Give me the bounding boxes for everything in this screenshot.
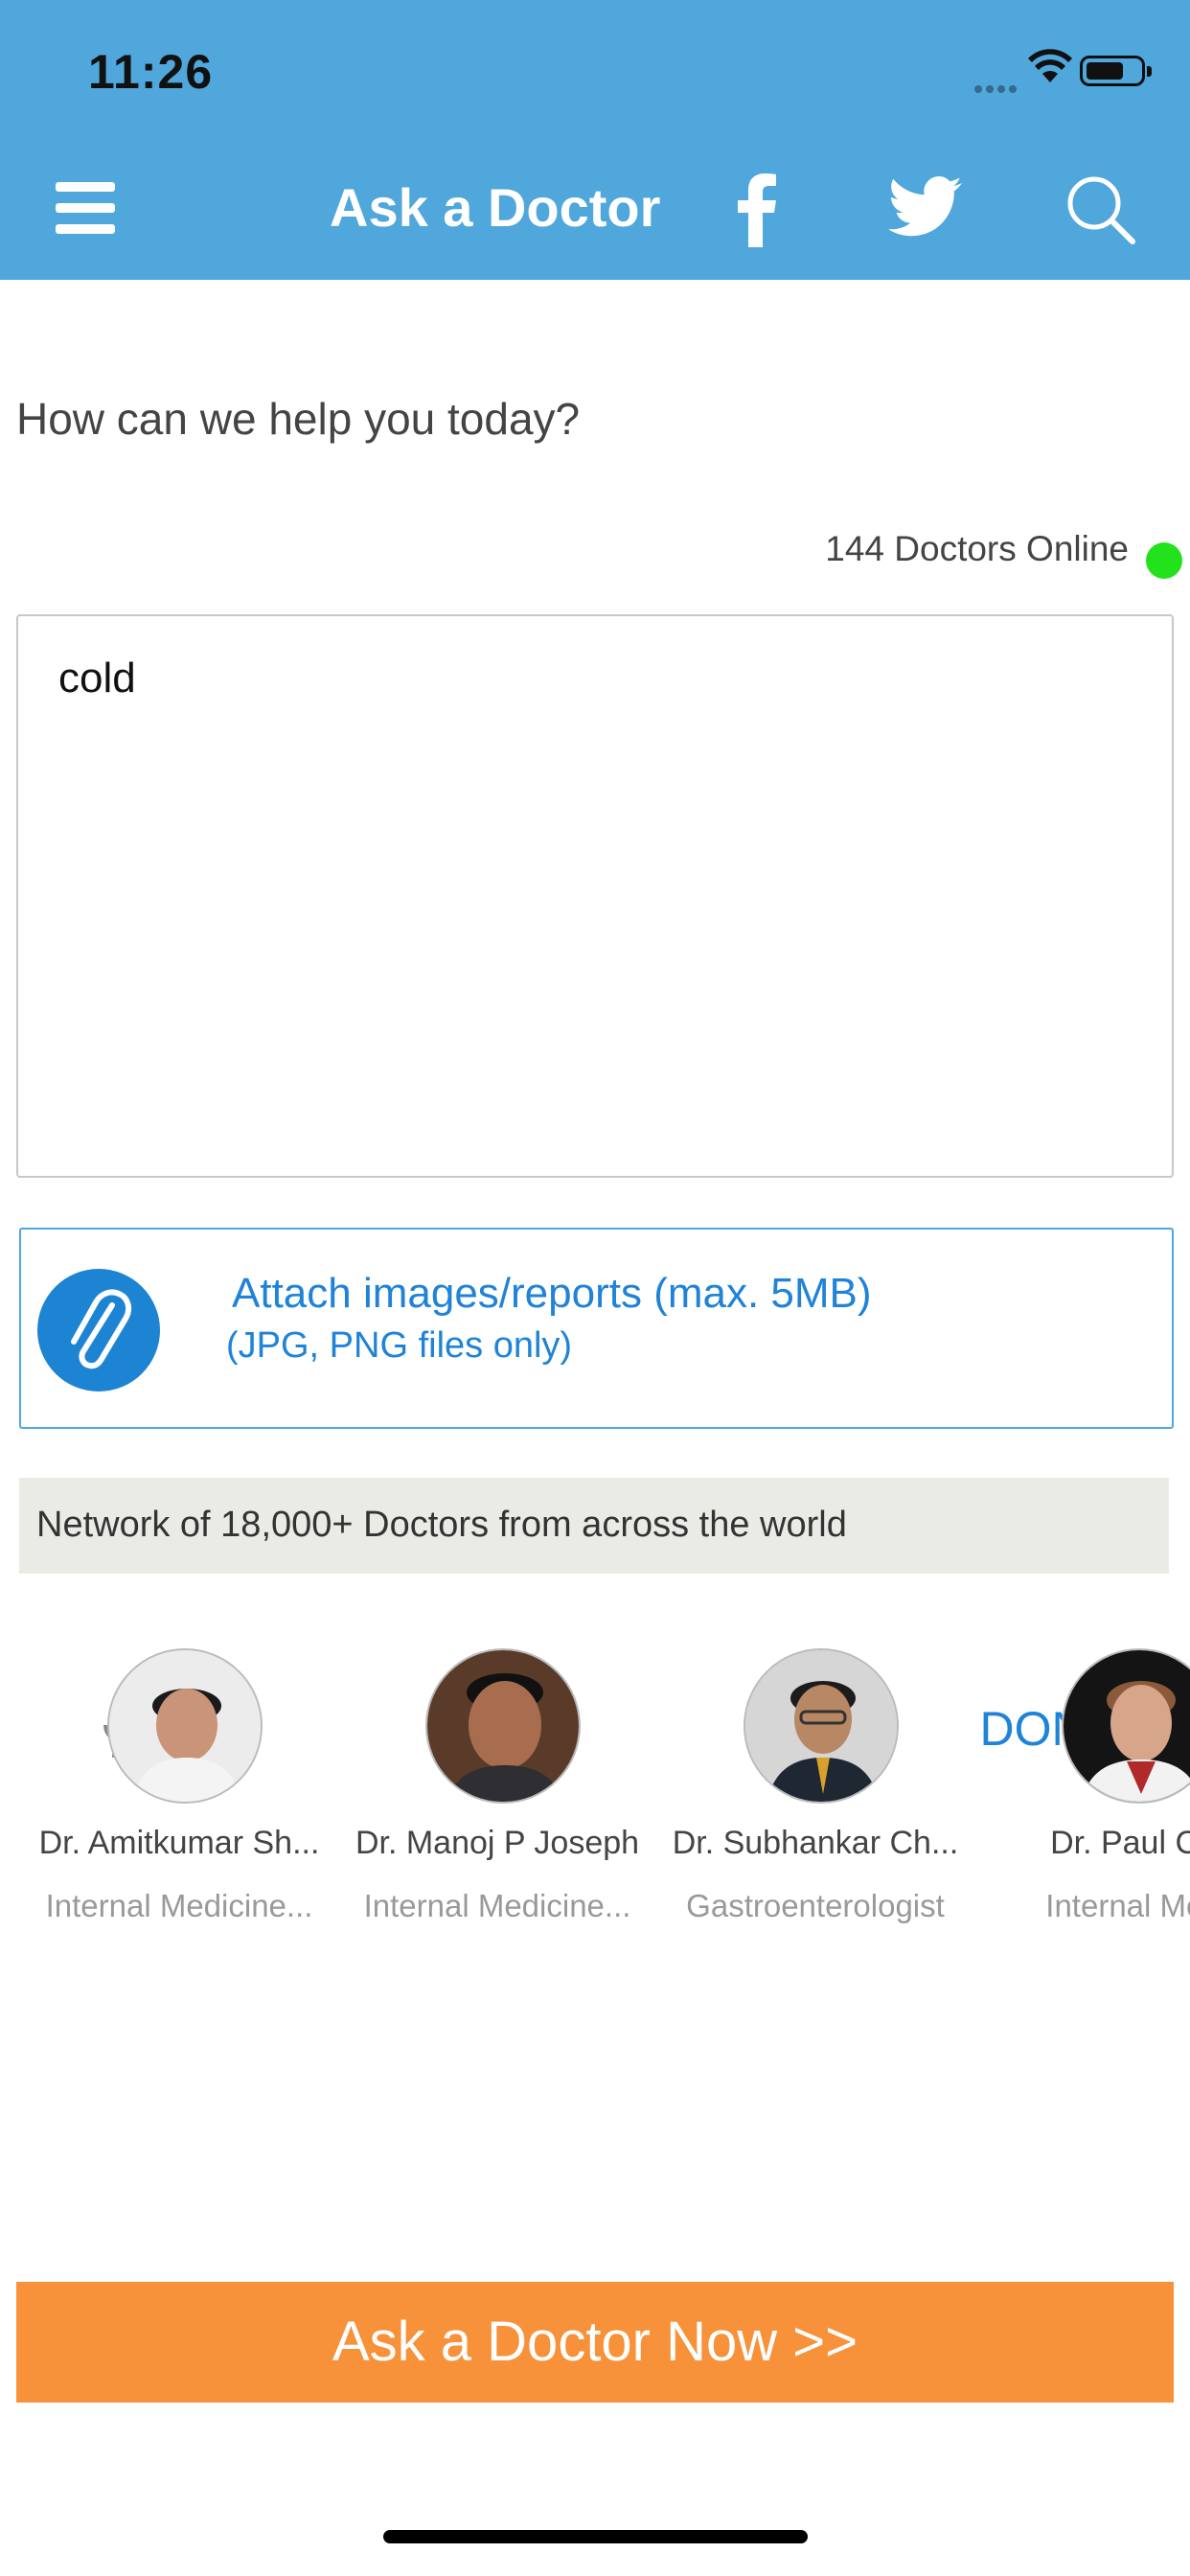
facebook-icon[interactable] (726, 171, 784, 247)
twitter-icon[interactable] (889, 174, 964, 242)
doctors-online-count: 144 Doctors Online (825, 529, 1129, 568)
doctor-name: Dr. Subhankar Ch... (672, 1825, 959, 1861)
question-input[interactable]: cold DONE (16, 614, 1174, 1758)
doctor-name: Dr. Manoj P Joseph (355, 1825, 640, 1861)
doctor-avatar (1062, 1648, 1190, 1804)
doctor-specialty: Internal Med (1045, 1888, 1190, 1923)
battery-icon (1080, 56, 1152, 86)
online-status-dot (1146, 542, 1182, 579)
attach-title: Attach images/reports (max. 5MB) (232, 1270, 872, 1317)
question-input-value: cold (58, 655, 136, 702)
doctor-avatar (107, 1648, 263, 1804)
doctor-name: Dr. Paul Ca (1050, 1825, 1190, 1861)
status-icons (903, 48, 1190, 105)
ask-doctor-now-label: Ask a Doctor Now >> (332, 2311, 858, 2373)
help-prompt: How can we help you today? (16, 394, 581, 444)
doctor-specialty: Gastroenterologist (686, 1888, 945, 1923)
status-time: 11:26 (88, 45, 214, 99)
doctor-avatar (425, 1648, 581, 1804)
doctor-card[interactable]: Dr. Subhankar Ch... Gastroenterologist (657, 1646, 973, 1934)
paperclip-icon (37, 1269, 160, 1392)
network-text: Network of 18,000+ Doctors from across t… (36, 1505, 847, 1545)
doctor-name: Dr. Amitkumar Sh... (38, 1825, 320, 1861)
doctor-card[interactable]: Dr. Manoj P Joseph Internal Medicine... (339, 1646, 655, 1934)
network-banner: Network of 18,000+ Doctors from across t… (19, 1478, 1169, 1574)
page-title: Ask a Doctor (330, 177, 661, 238)
wifi-icon (1028, 49, 1072, 82)
menu-button[interactable] (56, 182, 115, 234)
search-icon[interactable] (1065, 174, 1136, 245)
ask-doctor-now-button[interactable]: Ask a Doctor Now >> (16, 2282, 1174, 2403)
signal-icon (974, 80, 1020, 98)
home-indicator[interactable] (383, 2530, 808, 2543)
doctor-specialty: Internal Medicine... (45, 1888, 313, 1923)
app-header: 11:26 Ask a Doctor (0, 0, 1190, 280)
doctor-avatar (744, 1648, 899, 1804)
doctor-specialty: Internal Medicine... (363, 1888, 631, 1923)
attach-files-button[interactable]: Attach images/reports (max. 5MB) (JPG, P… (19, 1228, 1174, 1429)
doctor-card[interactable]: Dr. Amitkumar Sh... Internal Medicine... (21, 1646, 337, 1934)
doctor-carousel[interactable]: Dr. Amitkumar Sh... Internal Medicine...… (0, 1646, 1190, 1934)
attach-subtitle: (JPG, PNG files only) (226, 1325, 573, 1366)
doctor-card[interactable]: Dr. Paul Ca Internal Med (975, 1646, 1190, 1934)
